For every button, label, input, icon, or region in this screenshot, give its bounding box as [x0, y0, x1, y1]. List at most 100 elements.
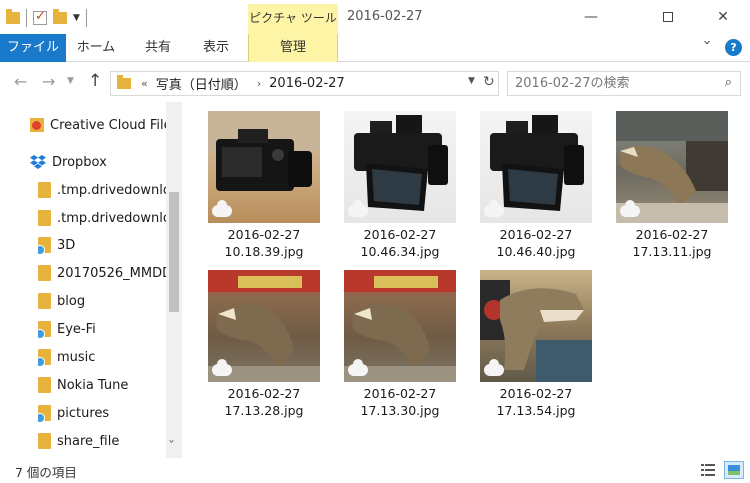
folder-icon	[38, 377, 51, 393]
close-button[interactable]: ✕	[700, 0, 746, 34]
breadcrumb-current-folder[interactable]: 2016-02-27	[269, 76, 345, 91]
ribbon: ファイル ホーム 共有 表示 管理 ˅ ?	[0, 34, 750, 62]
file-tile[interactable]: 2016-02-27 17.13.30.jpg	[344, 270, 456, 419]
nav-item-nokia-tune[interactable]: Nokia Tune	[38, 372, 182, 398]
file-name: 2016-02-27 10.18.39.jpg	[224, 227, 304, 259]
customize-toolbar-dropdown-icon[interactable]: ▼	[73, 13, 80, 23]
nav-item-eye-fi[interactable]: Eye-Fi	[38, 316, 182, 342]
file-name: 2016-02-27 10.46.34.jpg	[360, 227, 440, 259]
separator	[26, 9, 27, 27]
file-tile[interactable]: 2016-02-27 10.46.40.jpg	[480, 111, 592, 260]
photo-thumbnail[interactable]	[344, 270, 456, 382]
file-tile[interactable]: 2016-02-27 10.18.39.jpg	[208, 111, 320, 260]
up-arrow-icon[interactable]: ↑	[88, 71, 102, 91]
folder-icon	[38, 182, 51, 198]
scrollbar-thumb[interactable]	[169, 192, 179, 312]
nav-item-3d[interactable]: 3D	[38, 232, 182, 258]
separator	[85, 9, 87, 27]
file-tile[interactable]: 2016-02-27 17.13.11.jpg	[616, 111, 728, 260]
recent-locations-icon[interactable]: ▼	[67, 76, 74, 86]
cloud-sync-icon	[348, 200, 368, 217]
details-view-icon[interactable]	[700, 462, 716, 478]
cloud-sync-icon	[620, 200, 640, 217]
search-box[interactable]: ⌕	[507, 71, 741, 96]
cloud-sync-icon	[484, 359, 504, 376]
nav-item-tmp-drivedownload-1[interactable]: .tmp.drivedownload	[38, 177, 182, 203]
photo-thumbnail[interactable]	[208, 111, 320, 223]
window-title: 2016-02-27	[347, 9, 423, 24]
properties-icon[interactable]	[33, 9, 47, 25]
nav-item-label: Creative Cloud Files	[50, 117, 179, 133]
folder-icon[interactable]	[6, 9, 20, 24]
minimize-button[interactable]: —	[568, 0, 614, 34]
refresh-icon[interactable]: ↻	[483, 74, 495, 90]
file-name: 2016-02-27 10.46.40.jpg	[496, 227, 576, 259]
folder-sync-icon	[38, 349, 51, 367]
search-input[interactable]	[515, 72, 715, 95]
item-count: 7 個の項目	[15, 465, 77, 480]
nav-pane-scrollbar[interactable]: ˅	[166, 102, 182, 458]
photo-thumbnail[interactable]	[344, 111, 456, 223]
file-list: 2016-02-27 10.18.39.jpg 2016-02-27 10.46…	[182, 102, 750, 458]
cloud-sync-icon	[212, 200, 232, 217]
breadcrumb-chevron-icon[interactable]: ›	[257, 77, 261, 90]
nav-item-label: music	[57, 349, 96, 365]
nav-item-creative-cloud[interactable]: Creative Cloud Files	[30, 112, 182, 138]
forward-arrow-icon[interactable]: →	[42, 72, 55, 91]
cloud-sync-icon	[348, 359, 368, 376]
nav-item-20170526[interactable]: 20170526_MMDD	[38, 260, 182, 286]
tab-share[interactable]: 共有	[138, 34, 178, 62]
photo-thumbnail[interactable]	[480, 111, 592, 223]
file-name: 2016-02-27 17.13.54.jpg	[496, 386, 576, 418]
folder-icon	[38, 293, 51, 309]
photo-thumbnail[interactable]	[208, 270, 320, 382]
creative-cloud-folder-icon	[30, 118, 44, 132]
maximize-button[interactable]	[645, 0, 691, 34]
folder-icon	[38, 210, 51, 226]
address-bar[interactable]: « 写真（日付順） › 2016-02-27 ▼ ↻	[110, 71, 499, 96]
photo-thumbnail[interactable]	[616, 111, 728, 223]
file-name: 2016-02-27 17.13.30.jpg	[360, 386, 440, 418]
tab-file[interactable]: ファイル	[0, 34, 66, 62]
title-bar: ▼ ピクチャ ツール 2016-02-27 — ✕	[0, 0, 750, 34]
status-bar: 7 個の項目	[0, 458, 750, 483]
nav-item-label: Dropbox	[52, 154, 107, 170]
nav-item-label: blog	[57, 293, 86, 309]
tab-manage[interactable]: 管理	[248, 34, 338, 62]
folder-icon	[38, 433, 51, 449]
picture-tools-header: ピクチャ ツール	[248, 4, 338, 34]
help-icon[interactable]: ?	[725, 39, 742, 56]
close-icon: ✕	[717, 9, 729, 25]
expand-ribbon-icon[interactable]: ˅	[702, 40, 712, 54]
tab-view[interactable]: 表示	[196, 34, 236, 62]
nav-item-share-file[interactable]: share_file	[38, 428, 182, 454]
nav-item-label: Eye-Fi	[57, 321, 96, 337]
large-icons-view-icon[interactable]	[724, 461, 744, 479]
nav-item-dropbox[interactable]: Dropbox	[30, 149, 182, 175]
address-dropdown-icon[interactable]: ▼	[468, 76, 475, 86]
dropbox-icon	[30, 155, 46, 169]
file-tile[interactable]: 2016-02-27 17.13.54.jpg	[480, 270, 592, 419]
nav-item-tmp-drivedownload-2[interactable]: .tmp.drivedownload	[38, 205, 182, 231]
nav-item-label: 3D	[57, 237, 76, 253]
photo-thumbnail[interactable]	[480, 270, 592, 382]
folder-icon	[117, 75, 131, 89]
breadcrumb-overflow-icon[interactable]: «	[141, 77, 148, 90]
back-arrow-icon[interactable]: ←	[14, 72, 27, 91]
file-tile[interactable]: 2016-02-27 10.46.34.jpg	[344, 111, 456, 260]
nav-item-label: pictures	[57, 405, 110, 421]
nav-item-pictures[interactable]: pictures	[38, 400, 182, 426]
nav-item-label: .tmp.drivedownload	[57, 210, 182, 226]
cloud-sync-icon	[484, 200, 504, 217]
nav-item-music[interactable]: music	[38, 344, 182, 370]
tab-home[interactable]: ホーム	[74, 34, 118, 62]
nav-item-label: 20170526_MMDD	[57, 265, 173, 281]
nav-item-blog[interactable]: blog	[38, 288, 182, 314]
quick-access-toolbar: ▼	[6, 8, 87, 28]
breadcrumb-photos-by-date[interactable]: 写真（日付順）	[156, 74, 247, 93]
scroll-down-icon[interactable]: ˅	[168, 440, 175, 451]
search-icon[interactable]: ⌕	[725, 75, 732, 90]
new-folder-icon[interactable]	[53, 9, 67, 24]
cloud-sync-icon	[212, 359, 232, 376]
file-tile[interactable]: 2016-02-27 17.13.28.jpg	[208, 270, 320, 419]
